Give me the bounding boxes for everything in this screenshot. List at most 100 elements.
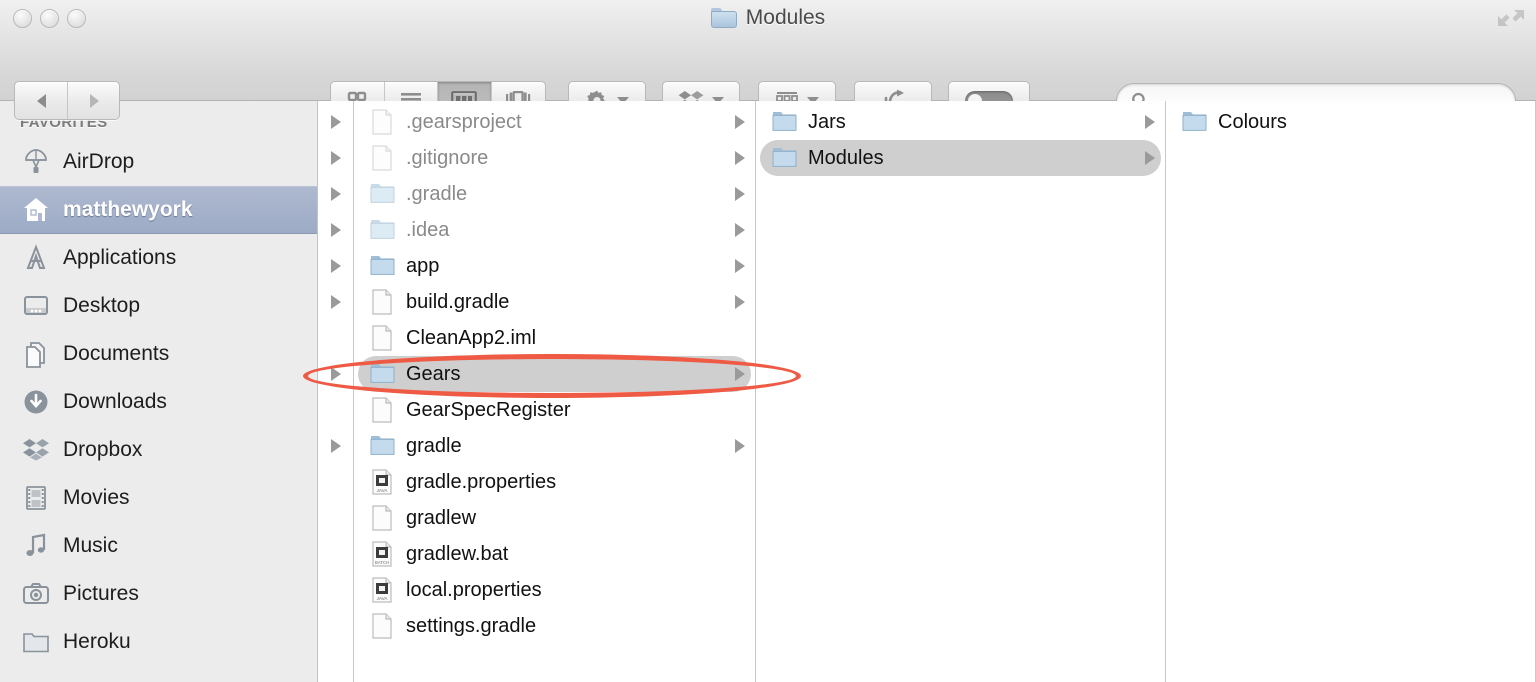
file-row[interactable]: Gears bbox=[358, 356, 751, 392]
sidebar-item-downloads[interactable]: Downloads bbox=[0, 378, 317, 426]
sidebar-item-applications[interactable]: Applications bbox=[0, 234, 317, 282]
file-row[interactable]: .gearsproject bbox=[358, 104, 751, 140]
document-icon bbox=[370, 108, 396, 136]
disclosure-triangle-icon[interactable] bbox=[1145, 115, 1155, 129]
disclosure-triangle-icon[interactable] bbox=[735, 223, 745, 237]
disclosure-triangle-icon[interactable] bbox=[330, 367, 341, 381]
gutter-disclosure-row[interactable] bbox=[318, 140, 353, 176]
disclosure-triangle-icon[interactable] bbox=[735, 151, 745, 165]
file-row[interactable]: GearSpecRegister bbox=[358, 392, 751, 428]
disclosure-triangle-icon[interactable] bbox=[1145, 151, 1155, 165]
svg-text:JAVA: JAVA bbox=[377, 596, 389, 601]
folder-blue-icon bbox=[370, 180, 396, 208]
forward-button[interactable] bbox=[67, 82, 119, 119]
file-row[interactable]: JAVA local.properties bbox=[358, 572, 751, 608]
minimize-button[interactable] bbox=[40, 9, 59, 28]
sidebar-item-desktop[interactable]: Desktop bbox=[0, 282, 317, 330]
gutter-disclosure-row[interactable] bbox=[318, 356, 353, 392]
sidebar-item-label: matthewyork bbox=[63, 198, 193, 221]
finder-window: Modules FAVORITES AirDrop matthewyork Ap… bbox=[0, 0, 1536, 682]
file-row[interactable]: gradle bbox=[358, 428, 751, 464]
file-name-label: build.gradle bbox=[406, 290, 510, 313]
file-row[interactable]: .idea bbox=[358, 212, 751, 248]
file-row[interactable]: .gradle bbox=[358, 176, 751, 212]
file-name-label: .gitignore bbox=[406, 146, 489, 169]
disclosure-triangle-icon[interactable] bbox=[330, 115, 341, 129]
disclosure-triangle-icon[interactable] bbox=[735, 439, 745, 453]
sidebar-item-label: Music bbox=[63, 534, 118, 557]
traffic-lights bbox=[13, 9, 86, 28]
gutter-disclosure-row[interactable] bbox=[318, 572, 353, 608]
file-name-label: GearSpecRegister bbox=[406, 398, 571, 421]
java-document-icon: JAVA bbox=[370, 576, 396, 604]
back-button[interactable] bbox=[15, 82, 67, 119]
file-name-label: settings.gradle bbox=[406, 614, 537, 637]
sidebar-item-label: AirDrop bbox=[63, 150, 135, 173]
documents-icon bbox=[22, 340, 50, 368]
disclosure-triangle-icon[interactable] bbox=[330, 439, 341, 453]
disclosure-triangle-icon[interactable] bbox=[330, 259, 341, 273]
file-row[interactable]: Modules bbox=[760, 140, 1161, 176]
sidebar-item-label: Desktop bbox=[63, 294, 141, 317]
sidebar-item-label: Pictures bbox=[63, 582, 139, 605]
sidebar-item-matthewyork[interactable]: matthewyork bbox=[0, 186, 317, 234]
svg-text:BATCH: BATCH bbox=[375, 560, 389, 565]
disclosure-triangle-icon[interactable] bbox=[735, 295, 745, 309]
file-row[interactable]: Jars bbox=[760, 104, 1161, 140]
gutter-disclosure-row[interactable] bbox=[318, 248, 353, 284]
folder-blue-icon bbox=[370, 360, 396, 388]
titlebar[interactable]: Modules bbox=[0, 0, 1536, 36]
file-row[interactable]: Colours bbox=[1170, 104, 1531, 140]
gutter-disclosure-row[interactable] bbox=[318, 500, 353, 536]
sidebar-item-label: Applications bbox=[63, 246, 177, 269]
sidebar-item-pictures[interactable]: Pictures bbox=[0, 570, 317, 618]
file-row[interactable]: settings.gradle bbox=[358, 608, 751, 644]
gutter-disclosure-row[interactable] bbox=[318, 284, 353, 320]
applications-icon bbox=[22, 244, 50, 272]
sidebar-item-music[interactable]: Music bbox=[0, 522, 317, 570]
disclosure-triangle-icon[interactable] bbox=[330, 151, 341, 165]
disclosure-triangle-icon[interactable] bbox=[330, 223, 341, 237]
column-leaf[interactable]: Colours bbox=[1166, 101, 1536, 682]
gutter-disclosure-row[interactable] bbox=[318, 320, 353, 356]
disclosure-triangle-icon[interactable] bbox=[330, 187, 341, 201]
gutter-disclosure-row[interactable] bbox=[318, 608, 353, 644]
sidebar-item-movies[interactable]: Movies bbox=[0, 474, 317, 522]
file-row[interactable]: app bbox=[358, 248, 751, 284]
folder-blue-icon bbox=[370, 216, 396, 244]
gutter-disclosure-row[interactable] bbox=[318, 392, 353, 428]
movies-icon bbox=[22, 484, 50, 512]
gutter-disclosure-row[interactable] bbox=[318, 428, 353, 464]
file-row[interactable]: build.gradle bbox=[358, 284, 751, 320]
disclosure-triangle-icon[interactable] bbox=[735, 115, 745, 129]
gutter-disclosure-row[interactable] bbox=[318, 464, 353, 500]
disclosure-triangle-icon[interactable] bbox=[330, 295, 341, 309]
column-files[interactable]: .gearsproject .gitignore .gradle .idea app bu… bbox=[354, 101, 756, 682]
zoom-button[interactable] bbox=[67, 9, 86, 28]
sidebar-item-heroku[interactable]: Heroku bbox=[0, 618, 317, 666]
sidebar-item-label: Documents bbox=[63, 342, 170, 365]
disclosure-triangle-icon[interactable] bbox=[735, 259, 745, 273]
folder-blue-icon bbox=[370, 432, 396, 460]
gutter-disclosure-row[interactable] bbox=[318, 176, 353, 212]
gutter-disclosure-row[interactable] bbox=[318, 212, 353, 248]
file-name-label: app bbox=[406, 254, 440, 277]
disclosure-triangle-icon[interactable] bbox=[735, 187, 745, 201]
close-button[interactable] bbox=[13, 9, 32, 28]
column-subfolders[interactable]: Jars Modules bbox=[756, 101, 1166, 682]
gutter-disclosure-row[interactable] bbox=[318, 104, 353, 140]
file-row[interactable]: gradlew bbox=[358, 500, 751, 536]
file-name-label: CleanApp2.iml bbox=[406, 326, 537, 349]
file-row[interactable]: BATCH gradlew.bat bbox=[358, 536, 751, 572]
file-row[interactable]: CleanApp2.iml bbox=[358, 320, 751, 356]
batch-document-icon: BATCH bbox=[370, 540, 396, 568]
sidebar-item-dropbox[interactable]: Dropbox bbox=[0, 426, 317, 474]
sidebar-item-airdrop[interactable]: AirDrop bbox=[0, 138, 317, 186]
sidebar-item-documents[interactable]: Documents bbox=[0, 330, 317, 378]
file-row[interactable]: JAVA gradle.properties bbox=[358, 464, 751, 500]
disclosure-triangle-icon[interactable] bbox=[735, 367, 745, 381]
file-name-label: Colours bbox=[1218, 110, 1287, 133]
fullscreen-expand-icon[interactable] bbox=[1494, 7, 1528, 29]
file-row[interactable]: .gitignore bbox=[358, 140, 751, 176]
gutter-disclosure-row[interactable] bbox=[318, 536, 353, 572]
